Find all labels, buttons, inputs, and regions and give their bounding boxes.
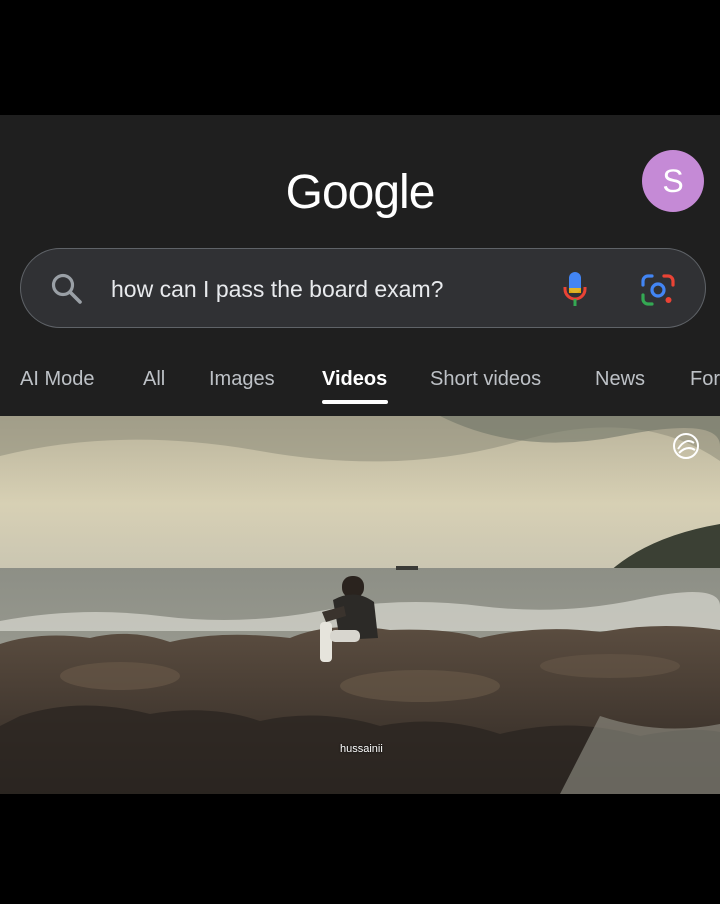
avatar-letter: S xyxy=(662,162,684,199)
tab-ai-mode[interactable]: AI Mode xyxy=(20,368,94,391)
video-caption: hussainii xyxy=(340,743,383,755)
watermark-logo-icon xyxy=(673,433,699,459)
google-logo[interactable]: Google xyxy=(0,165,720,220)
bottom-letterbox xyxy=(0,794,720,904)
top-letterbox xyxy=(0,0,720,115)
video-scene xyxy=(0,416,720,794)
tab-forums[interactable]: For xyxy=(690,368,720,391)
app-frame: Google S how can I pass the board exam? … xyxy=(0,0,720,904)
google-lens-icon[interactable] xyxy=(640,273,676,307)
tab-all[interactable]: All xyxy=(143,368,165,391)
video-frame[interactable] xyxy=(0,416,720,794)
search-input[interactable]: how can I pass the board exam? xyxy=(111,274,443,304)
active-tab-indicator xyxy=(322,400,388,404)
microphone-icon[interactable] xyxy=(560,270,590,308)
tab-videos[interactable]: Videos xyxy=(322,368,387,391)
tab-short-videos[interactable]: Short videos xyxy=(430,368,541,391)
search-tabs: AI Mode All Images Videos Short videos N… xyxy=(0,360,720,416)
tab-images[interactable]: Images xyxy=(209,368,275,391)
search-icon[interactable] xyxy=(50,272,84,306)
account-avatar[interactable]: S xyxy=(642,150,704,212)
tab-news[interactable]: News xyxy=(595,368,645,391)
